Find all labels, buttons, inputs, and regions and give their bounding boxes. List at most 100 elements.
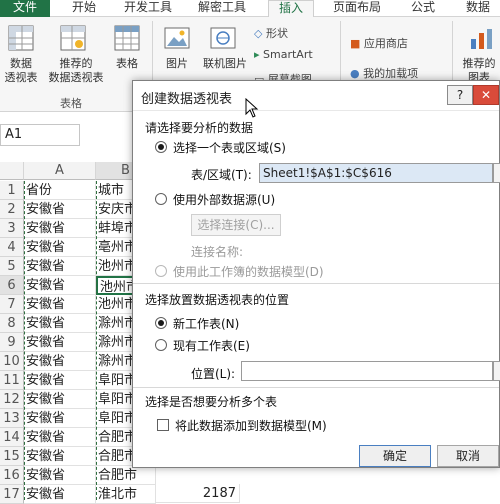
table-range-input[interactable]: Sheet1!$A$1:$C$616 <box>259 163 493 183</box>
tab-developer[interactable]: 开发工具 <box>116 0 180 17</box>
online-picture-icon <box>210 27 236 49</box>
divider <box>133 283 499 284</box>
section-multiple-tables: 选择是否想要分析多个表 <box>145 395 278 409</box>
row-header[interactable]: 1 <box>0 181 24 200</box>
picture-button[interactable]: 图片 <box>158 57 196 71</box>
recommended-pivot-icon <box>60 25 86 51</box>
cell-a[interactable]: 安徽省 <box>24 447 96 466</box>
cell-a[interactable]: 安徽省 <box>24 219 96 238</box>
dialog-titlebar[interactable]: 创建数据透视表 ? ✕ <box>133 81 499 111</box>
row-header[interactable]: 2 <box>0 200 24 219</box>
location-picker-icon[interactable] <box>493 361 500 381</box>
cell-a[interactable]: 安徽省 <box>24 352 96 371</box>
ok-button[interactable]: 确定 <box>359 445 431 467</box>
copy-range-border <box>96 181 97 500</box>
cell-a[interactable]: 安徽省 <box>24 409 96 428</box>
connection-name-label: 连接名称: <box>191 245 244 259</box>
cancel-button[interactable]: 取消 <box>437 445 499 467</box>
addins-icon: ● <box>350 67 364 80</box>
cell-a[interactable]: 安徽省 <box>24 200 96 219</box>
tab-home[interactable]: 开始 <box>58 0 110 17</box>
radio-external-source[interactable] <box>155 193 167 205</box>
choose-connection-button[interactable]: 选择连接(C)... <box>191 214 281 236</box>
cell-a[interactable]: 安徽省 <box>24 276 96 295</box>
smartart-button[interactable]: ▸ SmartArt <box>254 48 313 61</box>
row-header[interactable]: 10 <box>0 352 24 371</box>
row-header[interactable]: 4 <box>0 238 24 257</box>
row-header[interactable]: 17 <box>0 485 24 504</box>
row-header[interactable]: 13 <box>0 409 24 428</box>
pivot-table-icon <box>8 25 34 51</box>
app-store-label: 应用商店 <box>363 37 408 50</box>
tab-page-layout[interactable]: 页面布局 <box>322 0 392 17</box>
option-data-model-label: 使用此工作簿的数据模型(D) <box>173 265 324 279</box>
cell-a[interactable]: 安徽省 <box>24 428 96 447</box>
cell-b[interactable]: 合肥市 <box>96 466 156 485</box>
picture-icon <box>164 27 190 49</box>
close-button[interactable]: ✕ <box>473 85 499 105</box>
option-existing-worksheet-label: 现有工作表(E) <box>173 339 250 353</box>
section-choose-data: 请选择要分析的数据 <box>145 121 254 135</box>
add-to-data-model-checkbox[interactable] <box>157 419 169 431</box>
tab-formulas[interactable]: 公式 <box>400 0 446 17</box>
row-header[interactable]: 11 <box>0 371 24 390</box>
tab-file[interactable]: 文件 <box>0 0 50 17</box>
app-store-button[interactable]: ■ 应用商店 <box>350 35 408 51</box>
radio-new-worksheet[interactable] <box>155 317 167 329</box>
option-select-range-label: 选择一个表或区域(S) <box>173 141 286 155</box>
row-header[interactable]: 12 <box>0 390 24 409</box>
location-label: 位置(L): <box>191 367 236 381</box>
create-pivot-dialog: 创建数据透视表 ? ✕ 请选择要分析的数据 选择一个表或区域(S) 表/区域(T… <box>132 80 500 468</box>
row-header[interactable]: 14 <box>0 428 24 447</box>
tab-insert[interactable]: 插入 <box>268 0 314 17</box>
radio-data-model[interactable] <box>155 265 167 277</box>
pivot-table-button[interactable]: 数据 透视表 <box>0 57 42 85</box>
cell-a[interactable]: 安徽省 <box>24 238 96 257</box>
location-input[interactable] <box>241 361 493 381</box>
cell-a[interactable]: 安徽省 <box>24 390 96 409</box>
name-box[interactable]: A1 <box>0 124 80 146</box>
my-addins-button[interactable]: ● 我的加载项 <box>350 65 418 81</box>
radio-existing-worksheet[interactable] <box>155 339 167 351</box>
group-label-tables: 表格 <box>60 97 82 110</box>
shapes-button[interactable]: ◇ 形状 <box>254 25 288 41</box>
row-header[interactable]: 6 <box>0 276 24 295</box>
column-header-a[interactable]: A <box>24 162 96 180</box>
select-all-corner[interactable] <box>0 162 24 180</box>
radio-select-range[interactable] <box>155 141 167 153</box>
row-header[interactable]: 16 <box>0 466 24 485</box>
option-external-source-label: 使用外部数据源(U) <box>173 193 276 207</box>
recommended-pivot-button[interactable]: 推荐的 数据透视表 <box>44 57 108 85</box>
cell-a[interactable]: 安徽省 <box>24 333 96 352</box>
row-header[interactable]: 9 <box>0 333 24 352</box>
cell-a[interactable]: 省份 <box>24 181 96 200</box>
mouse-cursor-icon <box>245 98 259 118</box>
help-button[interactable]: ? <box>447 85 473 105</box>
shapes-icon: ◇ <box>254 27 266 40</box>
cell-b[interactable]: 淮北市 <box>96 485 156 504</box>
row-header[interactable]: 3 <box>0 219 24 238</box>
row-header[interactable]: 8 <box>0 314 24 333</box>
smartart-icon: ▸ <box>254 48 264 61</box>
row-header[interactable]: 15 <box>0 447 24 466</box>
range-picker-icon[interactable] <box>493 163 500 183</box>
tab-decrypt[interactable]: 解密工具 <box>190 0 254 17</box>
cell-a[interactable]: 安徽省 <box>24 257 96 276</box>
cell-a[interactable]: 安徽省 <box>24 314 96 333</box>
online-picture-button[interactable]: 联机图片 <box>198 57 252 71</box>
table-button[interactable]: 表格 <box>110 57 144 71</box>
cell-c17[interactable]: 2187 <box>156 484 240 503</box>
row-header[interactable]: 7 <box>0 295 24 314</box>
table-icon <box>114 25 140 51</box>
recommended-charts-icon <box>471 29 492 49</box>
section-choose-location: 选择放置数据透视表的位置 <box>145 293 290 307</box>
table-range-label: 表/区域(T): <box>191 168 252 182</box>
row-header[interactable]: 5 <box>0 257 24 276</box>
tab-data[interactable]: 数据 <box>456 0 500 17</box>
cell-a[interactable]: 安徽省 <box>24 485 96 504</box>
smartart-label: SmartArt <box>263 48 313 61</box>
cell-a[interactable]: 安徽省 <box>24 466 96 485</box>
cell-a[interactable]: 安徽省 <box>24 295 96 314</box>
cell-a[interactable]: 安徽省 <box>24 371 96 390</box>
store-icon: ■ <box>350 37 364 50</box>
